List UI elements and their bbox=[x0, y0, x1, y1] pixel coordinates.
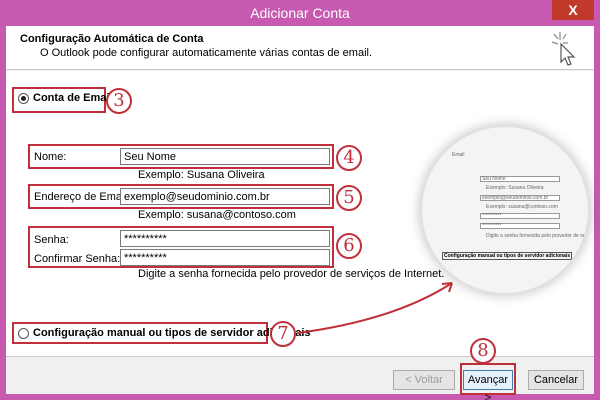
password-hint: Digite a senha fornecida pelo provedor d… bbox=[138, 268, 445, 280]
radio-manual-config-label: Configuração manual ou tipos de servidor… bbox=[33, 327, 311, 339]
wizard-header: Configuração Automática de Conta O Outlo… bbox=[6, 26, 594, 70]
radio-email-account[interactable]: Conta de Email bbox=[18, 92, 112, 104]
radio-email-account-indicator[interactable] bbox=[18, 92, 29, 104]
password-input[interactable] bbox=[120, 230, 330, 247]
email-input[interactable] bbox=[120, 188, 330, 205]
window-title: Adicionar Conta bbox=[250, 5, 350, 21]
email-label: Endereço de Email: bbox=[34, 191, 130, 203]
confirm-password-label: Confirmar Senha: bbox=[34, 253, 121, 265]
radio-manual-config[interactable]: Configuração manual ou tipos de servidor… bbox=[18, 327, 311, 339]
next-button[interactable]: Avançar > bbox=[463, 370, 513, 400]
annotation-badge-5: 5 bbox=[336, 185, 362, 211]
radio-manual-config-indicator[interactable] bbox=[18, 327, 29, 339]
wizard-cursor-icon bbox=[551, 32, 576, 66]
magnifier-pw-value: ********** bbox=[482, 213, 502, 219]
header-subtitle: O Outlook pode configurar automaticament… bbox=[40, 47, 373, 59]
magnifier-email-value: exemplo@seudominio.com.br bbox=[482, 195, 549, 201]
annotation-badge-3: 3 bbox=[106, 88, 132, 114]
magnifier-name-value: Seu Nome bbox=[482, 176, 506, 182]
name-input[interactable] bbox=[120, 148, 330, 165]
email-hint: Exemplo: susana@contoso.com bbox=[138, 209, 296, 221]
annotation-badge-8: 8 bbox=[470, 338, 496, 364]
magnifier-name-hint: Exemplo: Susana Oliveira bbox=[486, 185, 544, 191]
magnifier-pw-hint: Digite a senha fornecida pelo provedor d… bbox=[486, 233, 586, 239]
name-label: Nome: bbox=[34, 151, 67, 163]
radio-email-account-label: Conta de Email bbox=[33, 92, 113, 104]
zoom-magnifier: Email Seu Nome Exemplo: Susana Oliveira … bbox=[420, 125, 590, 295]
close-button[interactable]: X bbox=[552, 0, 594, 20]
title-bar: Adicionar Conta X bbox=[0, 0, 600, 26]
back-button[interactable]: < Voltar bbox=[393, 370, 455, 390]
magnifier-email-label: Email bbox=[452, 152, 465, 158]
confirm-password-input[interactable] bbox=[120, 249, 330, 266]
name-hint: Exemplo: Susana Oliveira bbox=[138, 169, 265, 181]
password-label: Senha: bbox=[34, 234, 69, 246]
magnifier-manual-label: Configuração manual ou tipos de servidor… bbox=[442, 252, 573, 260]
magnifier-pw-confirm-value: ********** bbox=[482, 223, 502, 229]
annotation-badge-6: 6 bbox=[336, 233, 362, 259]
annotation-badge-4: 4 bbox=[336, 145, 362, 171]
magnifier-email-hint: Exemplo: susana@contoso.com bbox=[486, 204, 558, 210]
header-title: Configuração Automática de Conta bbox=[20, 33, 204, 45]
cancel-button[interactable]: Cancelar bbox=[528, 370, 584, 390]
annotation-badge-7: 7 bbox=[270, 321, 296, 347]
